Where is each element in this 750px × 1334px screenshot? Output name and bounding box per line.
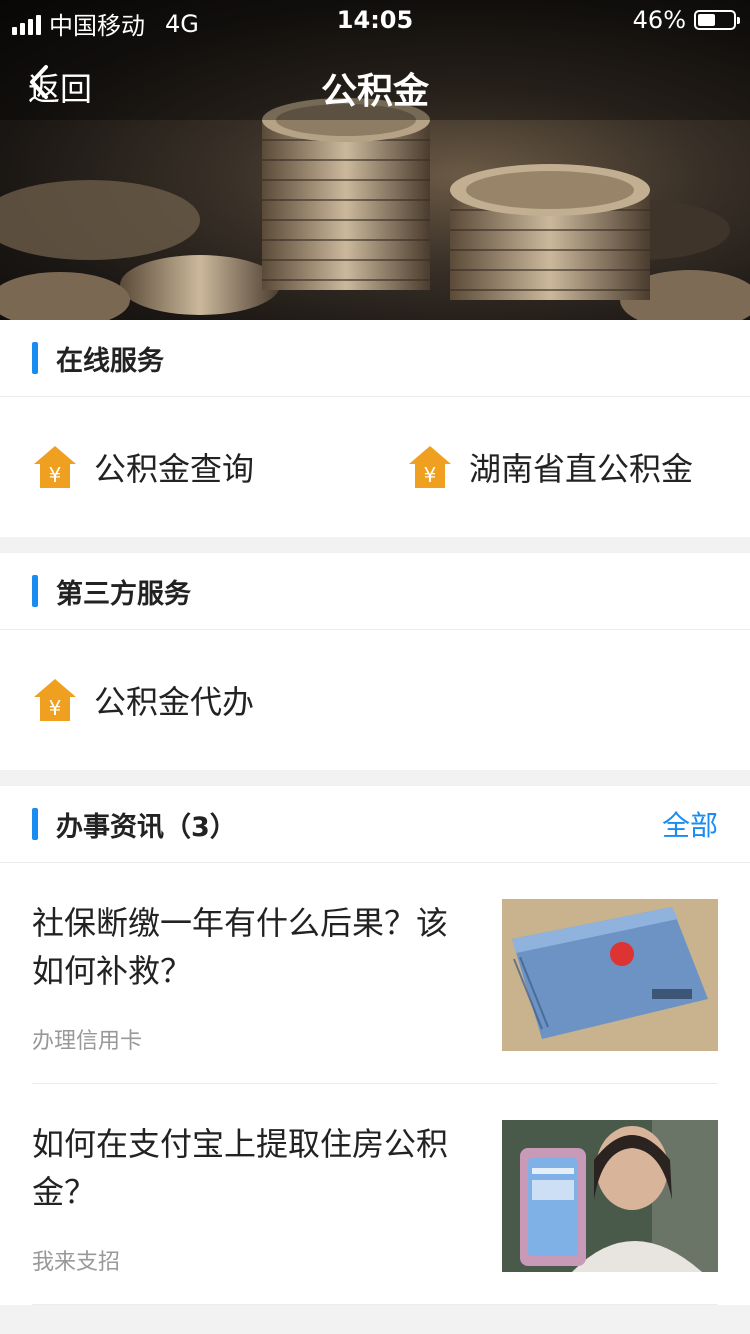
battery-icon xyxy=(694,10,740,30)
section-accent-bar xyxy=(32,575,38,607)
section-header: 办事资讯（3） 全部 xyxy=(0,786,750,863)
news-list: 社保断缴一年有什么后果？该如何补救？ 办理信用卡 如何在支付宝上提取住房公积金？… xyxy=(0,863,750,1305)
online-services-card: 在线服务 ¥ 公积金查询 ¥ 湖南省直公积金 xyxy=(0,320,750,537)
person-with-phone-image xyxy=(502,1120,718,1272)
house-yuan-icon: ¥ xyxy=(34,446,76,488)
third-party-services-card: 第三方服务 ¥ 公积金代办 xyxy=(0,553,750,770)
section-header: 在线服务 xyxy=(0,320,750,397)
section-accent-bar xyxy=(32,342,38,374)
service-gjj-query[interactable]: ¥ 公积金查询 xyxy=(0,444,375,490)
hero-banner: 中国移动 4G 14:05 46% 返回 公积金 xyxy=(0,0,750,320)
news-title: 社保断缴一年有什么后果？该如何补救？ xyxy=(32,904,449,990)
page-title: 公积金 xyxy=(320,71,429,112)
svg-text:¥: ¥ xyxy=(424,463,437,487)
service-gjj-agent[interactable]: ¥ 公积金代办 xyxy=(0,677,375,723)
section-header: 第三方服务 xyxy=(0,553,750,630)
svg-text:¥: ¥ xyxy=(49,696,62,720)
social-security-cards-image xyxy=(502,899,718,1051)
service-hunan-gjj[interactable]: ¥ 湖南省直公积金 xyxy=(375,444,750,490)
news-item[interactable]: 社保断缴一年有什么后果？该如何补救？ 办理信用卡 xyxy=(32,863,718,1084)
house-yuan-icon: ¥ xyxy=(34,679,76,721)
status-bar: 中国移动 4G 14:05 46% xyxy=(0,0,750,40)
news-source: 我来支招 xyxy=(32,1250,121,1275)
news-thumbnail xyxy=(502,1120,718,1272)
section-title: 办事资讯（3） xyxy=(56,811,237,843)
section-accent-bar xyxy=(32,808,38,840)
section-title: 第三方服务 xyxy=(56,578,191,610)
section-title: 在线服务 xyxy=(56,345,164,377)
nav-bar: 返回 公积金 xyxy=(0,50,750,120)
service-label: 公积金代办 xyxy=(94,683,255,721)
news-source: 办理信用卡 xyxy=(32,1029,143,1054)
house-yuan-icon: ¥ xyxy=(409,446,451,488)
view-all-link[interactable]: 全部 xyxy=(662,804,718,844)
svg-text:¥: ¥ xyxy=(49,463,62,487)
news-item[interactable]: 如何在支付宝上提取住房公积金？ 我来支招 xyxy=(32,1084,718,1305)
service-label: 公积金查询 xyxy=(94,450,255,488)
news-card: 办事资讯（3） 全部 社保断缴一年有什么后果？该如何补救？ 办理信用卡 如何在支… xyxy=(0,786,750,1305)
battery-percent: 46% xyxy=(632,6,686,34)
coins-image xyxy=(0,0,750,320)
news-title: 如何在支付宝上提取住房公积金？ xyxy=(32,1125,449,1211)
service-label: 湖南省直公积金 xyxy=(469,450,694,488)
news-thumbnail xyxy=(502,899,718,1051)
